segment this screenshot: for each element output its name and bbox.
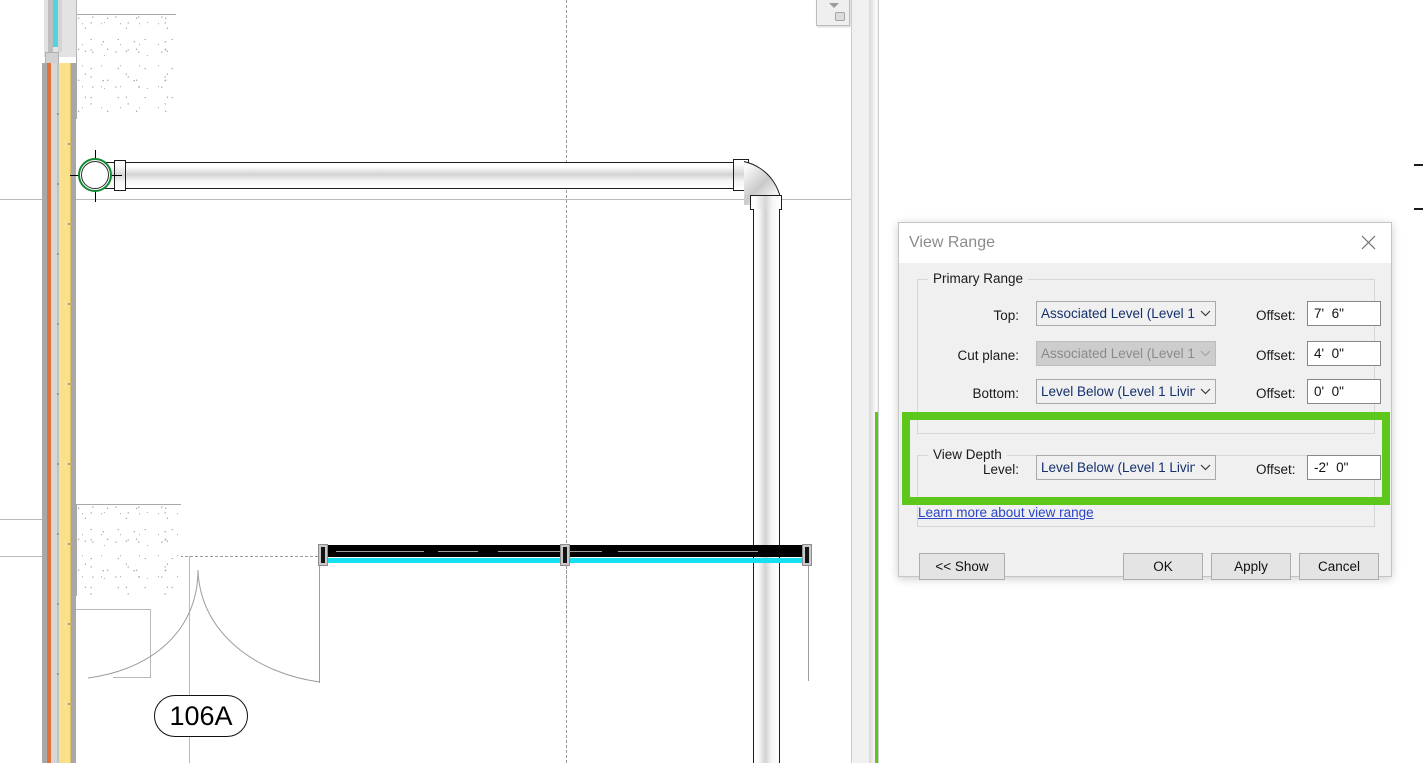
dimension-leader <box>113 677 151 678</box>
exterior-wall-assembly <box>42 63 76 763</box>
dialog-titlebar[interactable]: View Range <box>899 223 1391 263</box>
annotation-edge-line <box>875 412 878 763</box>
concrete-hatch-region <box>76 14 124 119</box>
view-depth-legend: View Depth <box>928 447 1007 462</box>
wall-end-cap-core <box>321 547 325 563</box>
bottom-label: Bottom: <box>972 386 1019 401</box>
top-label: Top: <box>993 308 1019 323</box>
reference-line-horizontal <box>0 199 851 200</box>
door-jamb-line <box>808 566 809 681</box>
primary-range-legend: Primary Range <box>928 271 1029 286</box>
cut-plane-label: Cut plane: <box>957 348 1019 363</box>
chevron-down-icon[interactable] <box>829 3 839 8</box>
dialog-title: View Range <box>909 234 995 251</box>
door-tag[interactable]: 106A <box>154 695 248 737</box>
dimension-leader <box>150 609 151 677</box>
view-depth-level-label: Level: <box>982 462 1019 477</box>
chevron-down-icon <box>1195 350 1215 357</box>
cut-plane-offset-label: Offset: <box>1256 348 1296 363</box>
show-button[interactable]: << Show <box>919 553 1005 580</box>
ok-button[interactable]: OK <box>1123 553 1203 580</box>
top-level-dropdown[interactable]: Associated Level (Level 1) <box>1036 301 1216 326</box>
application-window: 106A View Range Primary Range Top: Assoc… <box>0 0 1423 763</box>
fitting-inner-ring <box>81 161 109 189</box>
wall-end-cap-core <box>805 547 809 563</box>
apply-button[interactable]: Apply <box>1211 553 1291 580</box>
pipe-run-vertical[interactable] <box>753 209 780 763</box>
bottom-level-dropdown[interactable]: Level Below (Level 1 Living <box>1036 379 1216 404</box>
bottom-offset-label: Offset: <box>1256 386 1296 401</box>
dialog-body: Primary Range Top: Associated Level (Lev… <box>899 263 1391 580</box>
learn-more-link[interactable]: Learn more about view range <box>918 505 1094 520</box>
chevron-down-icon[interactable] <box>1195 310 1215 317</box>
bottom-offset-input[interactable]: 0' 0" <box>1307 379 1381 404</box>
grid-line-vertical <box>566 566 567 658</box>
partition-tick <box>438 551 478 552</box>
dimension-leader <box>76 609 151 610</box>
wall-end-cap[interactable] <box>560 544 570 566</box>
hatch-edge <box>76 504 77 554</box>
partition-tick <box>618 551 758 552</box>
cancel-button[interactable]: Cancel <box>1299 553 1379 580</box>
pipe-coupling[interactable] <box>750 195 782 210</box>
view-depth-level-dropdown[interactable]: Level Below (Level 1 Living <box>1036 455 1216 480</box>
margin-tick <box>1414 208 1423 210</box>
margin-tick <box>1414 164 1423 166</box>
navigation-widget[interactable] <box>816 0 850 26</box>
concrete-hatch-region <box>76 504 126 554</box>
door-tag-label: 106A <box>169 700 233 731</box>
chevron-down-icon[interactable] <box>1195 464 1215 471</box>
door-jamb-line <box>319 566 320 683</box>
hatch-edge <box>76 504 126 505</box>
bottom-level-value: Level Below (Level 1 Living <box>1041 384 1195 399</box>
close-icon[interactable] <box>1345 223 1391 262</box>
selected-pipe-fitting[interactable] <box>78 158 112 192</box>
view-range-dialog[interactable]: View Range Primary Range Top: Associated… <box>898 222 1392 580</box>
view-depth-level-value: Level Below (Level 1 Living <box>1041 460 1195 475</box>
hatch-edge <box>76 14 124 15</box>
cut-plane-level-value: Associated Level (Level 1) <box>1041 346 1195 361</box>
pipe-run-horizontal[interactable] <box>94 162 746 189</box>
top-offset-input[interactable]: 7' 6" <box>1307 301 1381 326</box>
partition-tick <box>498 551 602 552</box>
cad-drawing-canvas[interactable]: 106A <box>0 0 851 763</box>
wall-end-cap[interactable] <box>802 544 812 566</box>
view-depth-offset-label: Offset: <box>1256 462 1296 477</box>
cut-plane-level-dropdown: Associated Level (Level 1) <box>1036 341 1216 366</box>
wall-end-cap[interactable] <box>318 544 328 566</box>
wall-end-cap-core <box>563 547 567 563</box>
top-offset-label: Offset: <box>1256 308 1296 323</box>
partition-tick <box>336 551 424 552</box>
window-assembly <box>44 0 77 65</box>
view-depth-offset-input[interactable]: -2' 0" <box>1307 455 1381 480</box>
chevron-down-icon[interactable] <box>1195 388 1215 395</box>
lock-icon[interactable] <box>835 12 845 21</box>
top-level-value: Associated Level (Level 1) <box>1041 306 1195 321</box>
cut-plane-offset-input[interactable]: 4' 0" <box>1307 341 1381 366</box>
